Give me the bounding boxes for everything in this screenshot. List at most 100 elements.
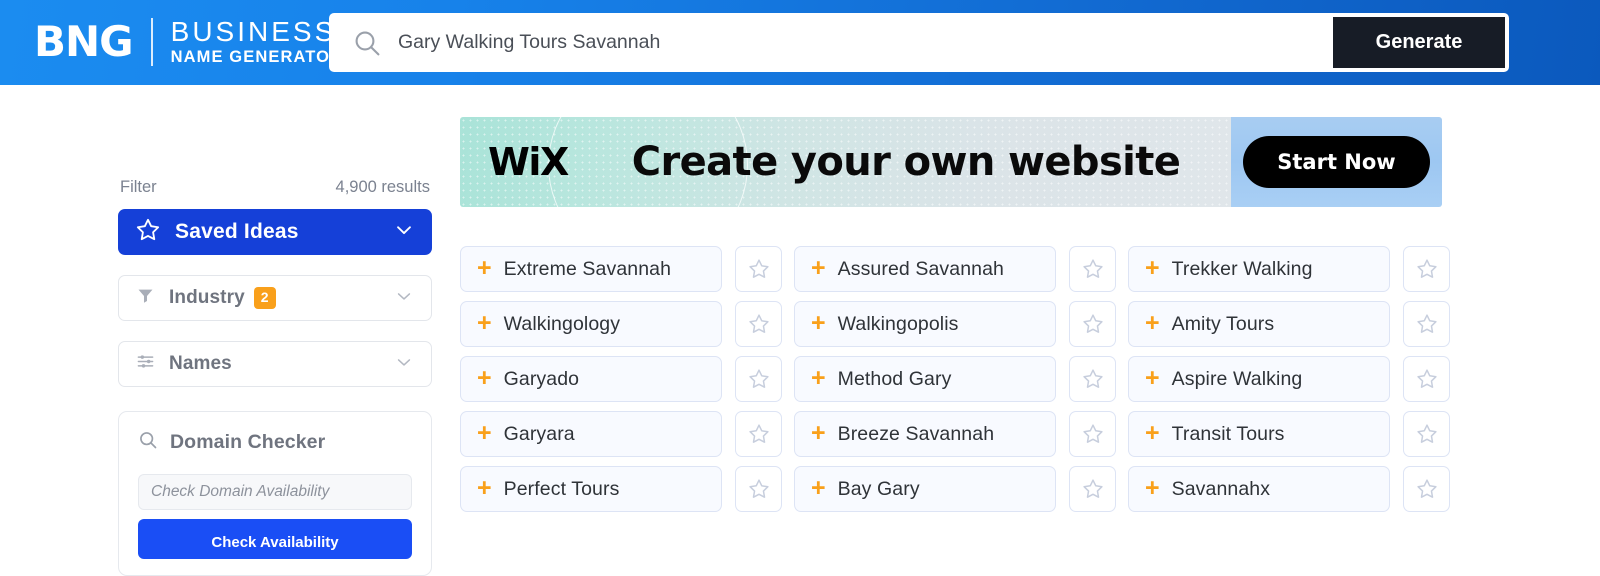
name-label: Trekker Walking bbox=[1171, 257, 1313, 280]
plus-icon: + bbox=[811, 418, 826, 447]
save-name-button[interactable] bbox=[735, 246, 782, 292]
name-card[interactable]: + Perfect Tours bbox=[460, 466, 722, 512]
star-icon bbox=[135, 217, 161, 248]
name-card[interactable]: + Amity Tours bbox=[1128, 301, 1390, 347]
plus-icon: + bbox=[811, 253, 826, 282]
name-card[interactable]: + Method Gary bbox=[794, 356, 1056, 402]
results-count: 4,900 results bbox=[335, 178, 430, 196]
name-card[interactable]: + Extreme Savannah bbox=[460, 246, 722, 292]
name-card[interactable]: + Walkingopolis bbox=[794, 301, 1056, 347]
name-label: Walkingology bbox=[503, 312, 621, 335]
domain-checker-panel: Domain Checker Check Availability bbox=[118, 411, 432, 576]
app-header: BNG BUSINESS NAME GENERATOR Generate bbox=[0, 0, 1600, 85]
industry-count-badge: 2 bbox=[253, 287, 276, 309]
save-name-button[interactable] bbox=[1403, 301, 1450, 347]
plus-icon: + bbox=[1145, 253, 1160, 282]
name-card[interactable]: + Bay Gary bbox=[794, 466, 1056, 512]
filter-industry-label: Industry bbox=[169, 287, 245, 308]
name-card[interactable]: + Assured Savannah bbox=[794, 246, 1056, 292]
banner-cta-panel: Start Now bbox=[1231, 117, 1442, 207]
search-icon bbox=[138, 430, 158, 455]
name-card[interactable]: + Garyara bbox=[460, 411, 722, 457]
filter-label: Filter bbox=[120, 178, 157, 196]
chevron-down-icon bbox=[393, 219, 415, 246]
plus-icon: + bbox=[811, 363, 826, 392]
name-label: Bay Gary bbox=[837, 477, 920, 500]
star-outline-icon bbox=[1416, 314, 1437, 333]
save-name-button[interactable] bbox=[1403, 356, 1450, 402]
plus-icon: + bbox=[477, 418, 492, 447]
domain-checker-title: Domain Checker bbox=[170, 431, 326, 453]
wix-logo: WiX bbox=[488, 140, 569, 184]
star-outline-icon bbox=[748, 314, 769, 333]
name-card[interactable]: + Savannahx bbox=[1128, 466, 1390, 512]
name-label: Assured Savannah bbox=[837, 257, 1004, 280]
chevron-down-icon bbox=[394, 352, 414, 377]
name-card[interactable]: + Walkingology bbox=[460, 301, 722, 347]
save-name-button[interactable] bbox=[1403, 246, 1450, 292]
plus-icon: + bbox=[1145, 473, 1160, 502]
save-name-button[interactable] bbox=[1069, 301, 1116, 347]
filter-industry[interactable]: Industry 2 bbox=[118, 275, 432, 321]
name-label: Aspire Walking bbox=[1171, 367, 1303, 390]
plus-icon: + bbox=[1145, 418, 1160, 447]
star-outline-icon bbox=[1416, 424, 1437, 443]
logo-title-line2: NAME GENERATOR bbox=[170, 47, 344, 66]
save-name-button[interactable] bbox=[1069, 411, 1116, 457]
saved-ideas-label: Saved Ideas bbox=[175, 220, 299, 243]
name-label: Perfect Tours bbox=[503, 477, 620, 500]
logo-title-line1: BUSINESS bbox=[170, 16, 337, 48]
banner-tagline: Create your own website bbox=[631, 139, 1181, 185]
domain-input[interactable] bbox=[138, 474, 412, 510]
name-label: Garyado bbox=[503, 367, 580, 390]
star-outline-icon bbox=[748, 259, 769, 278]
star-outline-icon bbox=[1082, 424, 1103, 443]
logo[interactable]: BNG BUSINESS NAME GENERATOR bbox=[34, 17, 343, 67]
plus-icon: + bbox=[477, 473, 492, 502]
plus-icon: + bbox=[1145, 308, 1160, 337]
star-outline-icon bbox=[748, 424, 769, 443]
save-name-button[interactable] bbox=[735, 411, 782, 457]
filter-names[interactable]: Names bbox=[118, 341, 432, 387]
name-card[interactable]: + Aspire Walking bbox=[1128, 356, 1390, 402]
save-name-button[interactable] bbox=[1069, 356, 1116, 402]
name-label: Amity Tours bbox=[1171, 312, 1275, 335]
filter-names-label: Names bbox=[169, 353, 232, 374]
saved-ideas-button[interactable]: Saved Ideas bbox=[118, 209, 432, 255]
name-label: Method Gary bbox=[837, 367, 952, 390]
plus-icon: + bbox=[477, 308, 492, 337]
save-name-button[interactable] bbox=[1069, 466, 1116, 512]
funnel-icon bbox=[136, 286, 155, 310]
generate-button[interactable]: Generate bbox=[1333, 17, 1505, 68]
star-outline-icon bbox=[748, 369, 769, 388]
save-name-button[interactable] bbox=[735, 356, 782, 402]
star-outline-icon bbox=[1082, 479, 1103, 498]
save-name-button[interactable] bbox=[1403, 466, 1450, 512]
plus-icon: + bbox=[1145, 363, 1160, 392]
name-card[interactable]: + Transit Tours bbox=[1128, 411, 1390, 457]
star-outline-icon bbox=[748, 479, 769, 498]
save-name-button[interactable] bbox=[1403, 411, 1450, 457]
check-availability-button[interactable]: Check Availability bbox=[138, 519, 412, 559]
wix-ad-banner[interactable]: WiX Create your own website Start Now bbox=[460, 117, 1442, 207]
name-card[interactable]: + Garyado bbox=[460, 356, 722, 402]
start-now-button[interactable]: Start Now bbox=[1243, 136, 1430, 188]
name-label: Breeze Savannah bbox=[837, 422, 995, 445]
search-input[interactable] bbox=[398, 31, 1333, 54]
save-name-button[interactable] bbox=[1069, 246, 1116, 292]
sliders-icon bbox=[136, 352, 155, 376]
filter-sidebar: Filter 4,900 results Saved Ideas Industr… bbox=[118, 178, 432, 576]
plus-icon: + bbox=[811, 308, 826, 337]
name-label: Extreme Savannah bbox=[503, 257, 672, 280]
save-name-button[interactable] bbox=[735, 301, 782, 347]
star-outline-icon bbox=[1416, 479, 1437, 498]
star-outline-icon bbox=[1416, 369, 1437, 388]
star-outline-icon bbox=[1082, 259, 1103, 278]
plus-icon: + bbox=[477, 253, 492, 282]
name-label: Savannahx bbox=[1171, 477, 1271, 500]
banner-content: WiX Create your own website bbox=[460, 117, 1231, 207]
chevron-down-icon bbox=[394, 286, 414, 311]
name-card[interactable]: + Trekker Walking bbox=[1128, 246, 1390, 292]
name-card[interactable]: + Breeze Savannah bbox=[794, 411, 1056, 457]
save-name-button[interactable] bbox=[735, 466, 782, 512]
